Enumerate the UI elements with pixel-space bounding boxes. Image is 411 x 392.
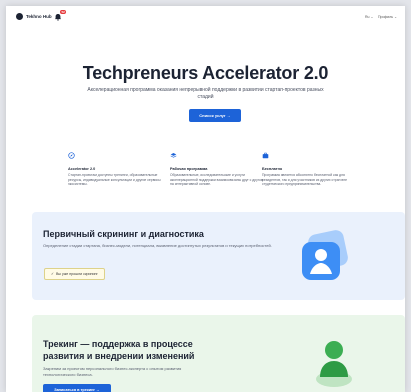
- screening-title: Первичный скрининг и диагностика: [43, 229, 204, 239]
- page-subtitle: Акселерационная программа оказания непре…: [87, 87, 324, 100]
- feature-text: Образовательные, исследовательские и усл…: [170, 173, 264, 187]
- person-illustration-icon: [316, 341, 352, 387]
- tracking-title-line2: развития и внедрении изменений: [43, 351, 195, 361]
- logo-text: Tekhno Hub: [26, 14, 52, 19]
- bell-icon[interactable]: [54, 13, 62, 21]
- profile-menu[interactable]: Профиль ⌄: [378, 15, 397, 19]
- feature-title: Бесплатно: [262, 167, 283, 171]
- logo-mark-icon: [16, 13, 23, 20]
- status-badge: ✓ Вы уже прошли скрининг: [44, 268, 105, 280]
- logo[interactable]: Tekhno Hub: [16, 13, 52, 20]
- tracking-text: Закрепим за проектом персонального бизне…: [43, 366, 182, 377]
- notification-badge: 52: [60, 10, 67, 14]
- tracking-title-line1: Трекинг — поддержка в процессе: [43, 339, 193, 349]
- feature-card: Бесплатно Программа является абсолютно б…: [262, 146, 357, 187]
- page-title: Techpreneurs Accelerator 2.0: [82, 63, 329, 83]
- screening-text: Определение стадии стартапа, бизнес-моде…: [43, 243, 272, 248]
- tracking-card: Трекинг — поддержка в процессе развития …: [32, 315, 405, 392]
- compass-icon: [68, 152, 75, 159]
- language-selector[interactable]: Ru ⌄: [365, 15, 373, 19]
- feature-text: Стартап-проектам доступны тренинги, обра…: [68, 173, 161, 187]
- chevron-down-icon: ⌄: [370, 15, 374, 19]
- feature-title: Рабочая программа: [170, 167, 208, 171]
- feature-card: Рабочая программа Образовательные, иссле…: [170, 146, 265, 187]
- check-icon: ✓: [51, 272, 55, 276]
- services-list-button[interactable]: Список услуг →: [189, 109, 241, 122]
- browser-window: Tekhno Hub 52 Ru ⌄ Профиль ⌄ Techpreneur…: [6, 6, 405, 392]
- top-navigation-bar: Tekhno Hub 52 Ru ⌄ Профиль ⌄: [6, 6, 405, 30]
- screening-card: Первичный скрининг и диагностика Определ…: [32, 212, 405, 300]
- language-label: Ru: [365, 15, 370, 19]
- profile-illustration-icon: [302, 230, 348, 280]
- status-badge-label: Вы уже прошли скрининг: [56, 272, 98, 276]
- feature-text: Программа является абсолютно бесплатной …: [262, 173, 347, 187]
- briefcase-icon: [262, 152, 269, 159]
- feature-title: Accelerator 2.0: [68, 167, 96, 171]
- tracking-signup-button[interactable]: Записаться в трекинг →: [43, 384, 111, 392]
- feature-card: Accelerator 2.0 Стартап-проектам доступн…: [68, 146, 163, 187]
- layers-icon: [170, 153, 177, 158]
